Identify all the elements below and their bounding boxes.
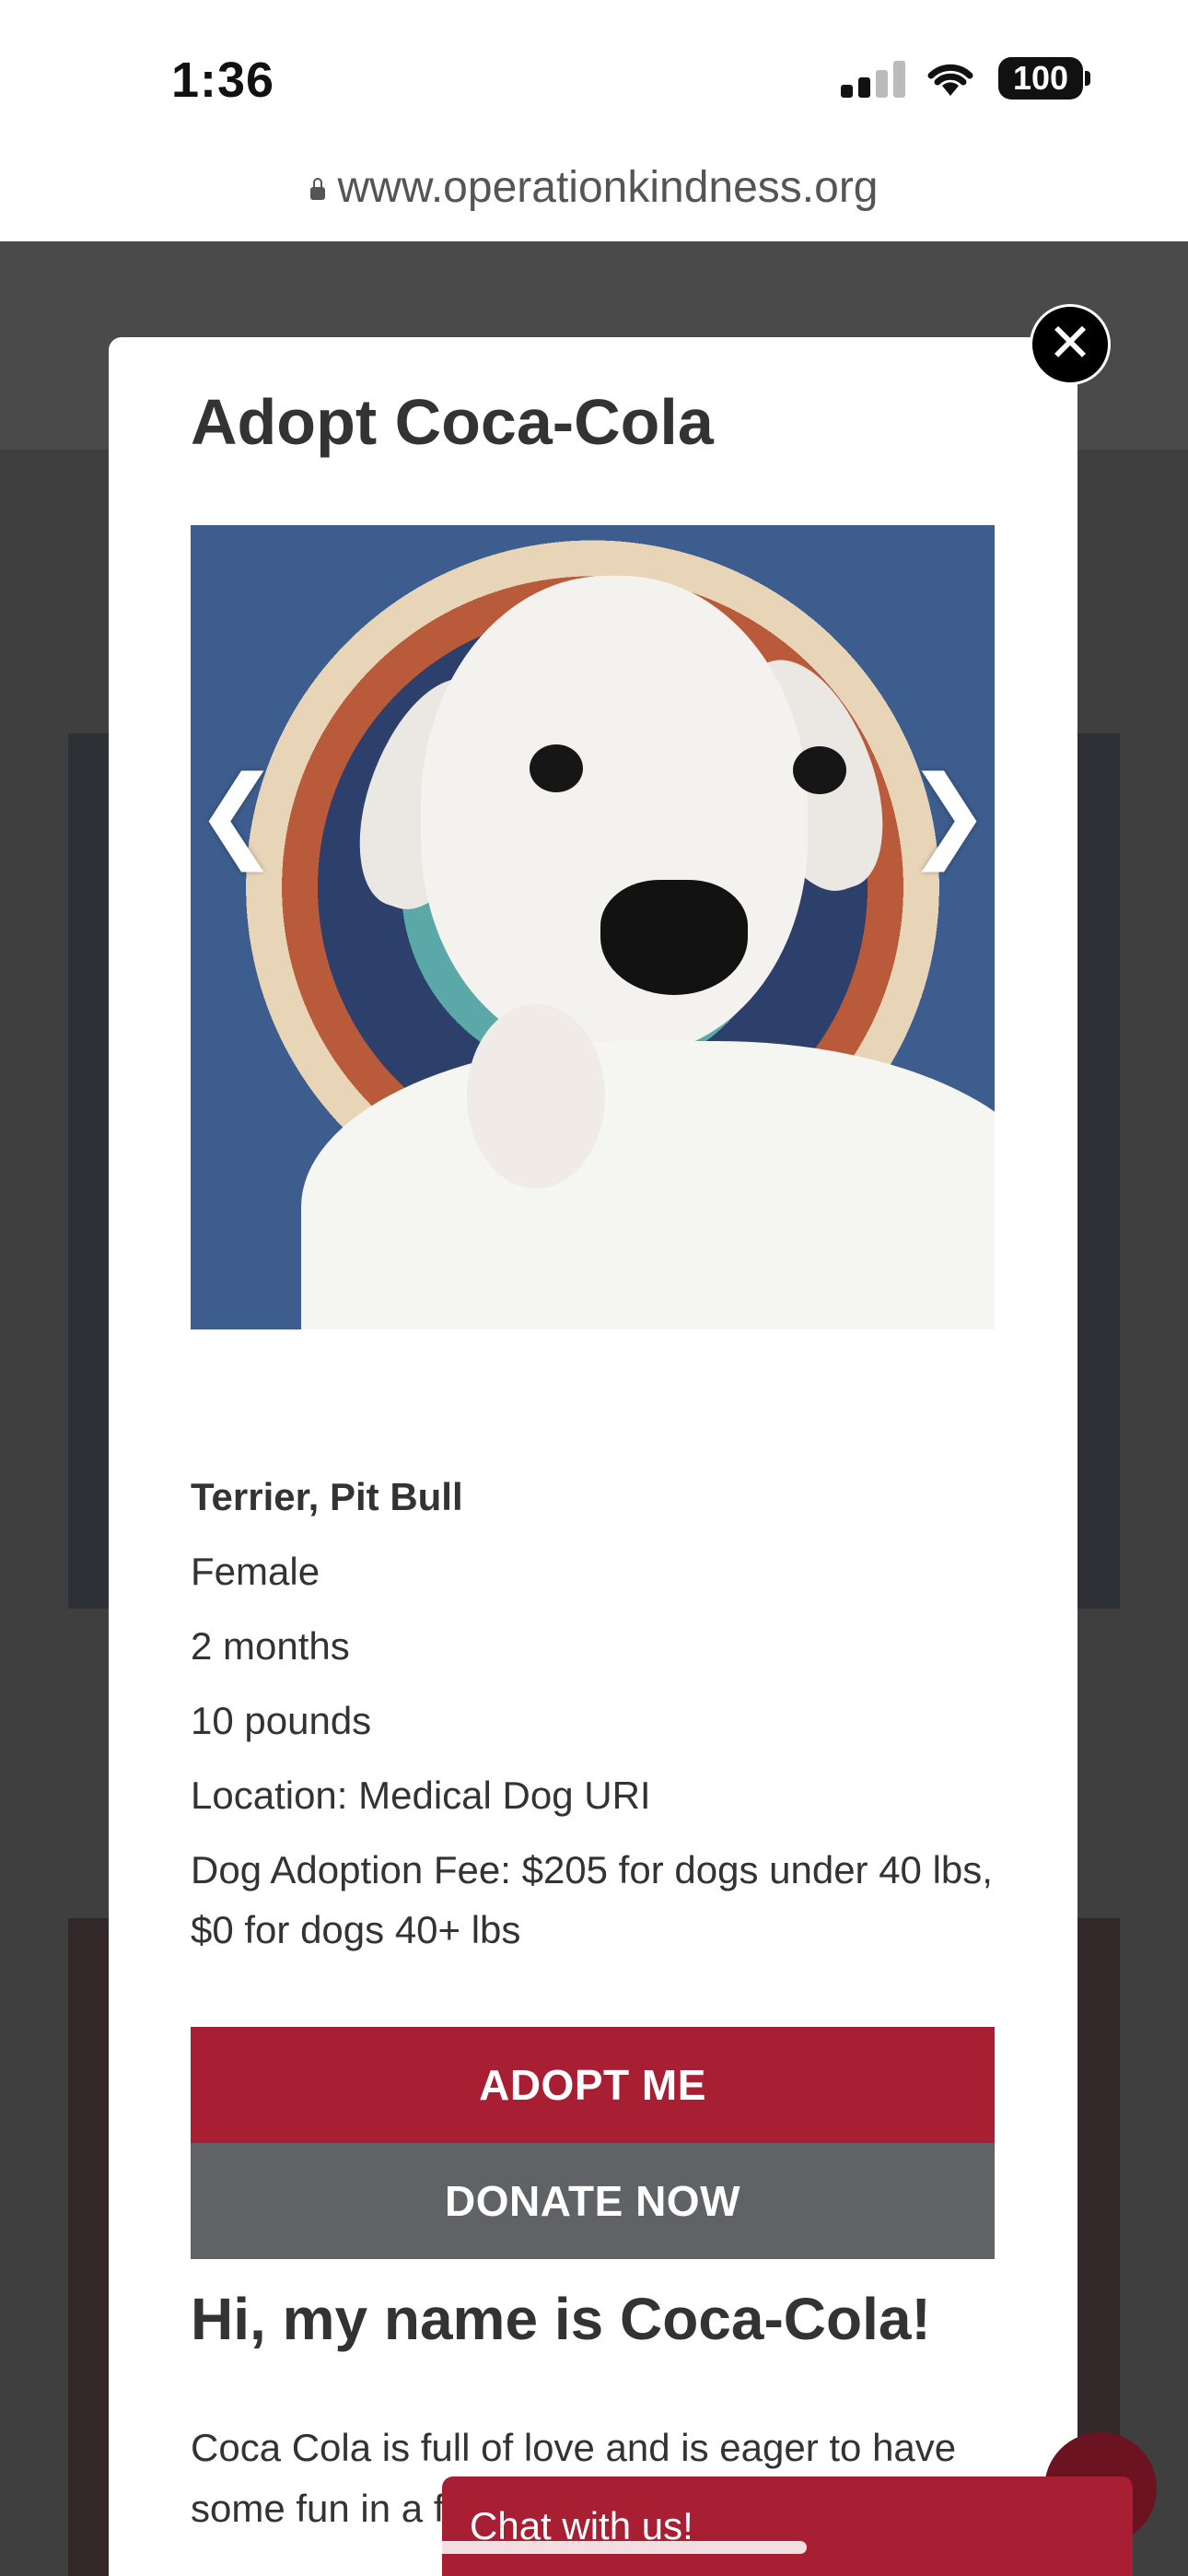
pet-photo-gallery[interactable]: ❮ ❯ [191,525,995,1329]
chevron-left-icon[interactable]: ❮ [194,763,279,864]
puppy-photo-towel [301,1041,995,1329]
pet-details: Terrier, Pit Bull Female 2 months 10 pou… [191,1467,995,1974]
puppy-photo [421,576,808,1055]
lock-icon [309,178,325,200]
puppy-photo-paw [467,1004,605,1188]
chat-with-us-button[interactable]: Chat with us! [442,2476,1133,2576]
adoption-fee: Dog Adoption Fee: $205 for dogs under 40… [191,1848,993,1951]
chevron-right-icon[interactable]: ❯ [906,763,991,864]
close-icon[interactable]: ✕ [1030,304,1111,385]
donate-now-button[interactable]: DONATE NOW [191,2143,995,2259]
pet-greeting-heading: Hi, my name is Coca-Cola! [191,2286,931,2352]
pet-location: Location: Medical Dog URI [191,1774,651,1817]
battery-icon: 100 [998,57,1083,100]
status-bar: 1:36 100 [0,0,1188,157]
home-indicator [381,2541,807,2554]
url-display[interactable]: www.operationkindness.org [0,162,1188,213]
pet-age: 2 months [191,1624,350,1668]
signal-icon [841,61,905,98]
puppy-photo-eye [793,746,846,794]
puppy-photo-eye [530,744,583,792]
pet-sex: Female [191,1550,320,1593]
pet-breed: Terrier, Pit Bull [191,1475,463,1518]
modal-title: Adopt Coca-Cola [191,386,714,458]
battery-tip [1085,71,1090,86]
adopt-me-button[interactable]: ADOPT ME [191,2027,995,2143]
puppy-photo-nose [600,880,748,995]
url-text: www.operationkindness.org [337,163,879,212]
wifi-icon [927,64,973,96]
status-time: 1:36 [171,53,275,108]
pet-weight: 10 pounds [191,1699,372,1742]
